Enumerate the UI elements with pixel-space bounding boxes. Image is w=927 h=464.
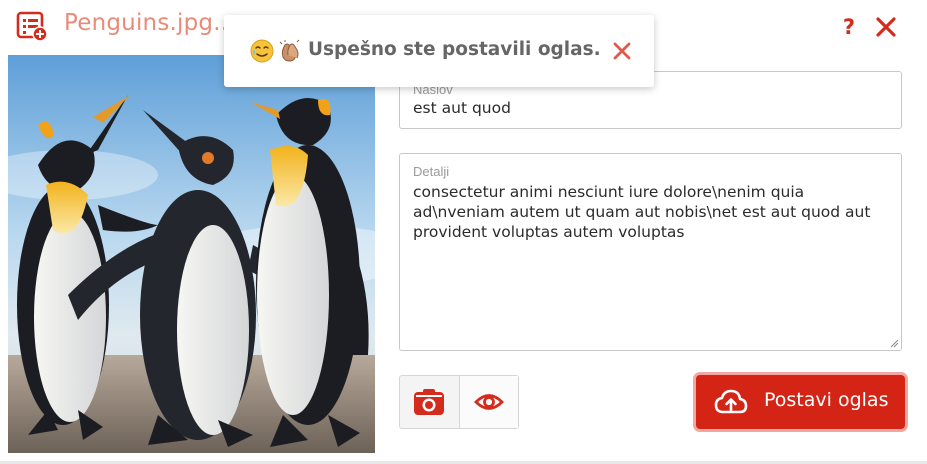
- help-button[interactable]: ?: [838, 14, 860, 40]
- media-button-group: [399, 375, 519, 429]
- submit-ad-label: Postavi oglas: [764, 389, 889, 411]
- details-field[interactable]: Detalji consectetur animi nesciunt iure …: [399, 153, 902, 351]
- camera-button[interactable]: [400, 376, 459, 428]
- resize-handle-icon[interactable]: [890, 339, 899, 348]
- close-icon[interactable]: [612, 40, 632, 62]
- dialog-title: Penguins.jpg...: [64, 10, 236, 36]
- title-input[interactable]: est aut quod: [413, 98, 889, 118]
- cloud-upload-icon: [714, 389, 748, 414]
- details-field-label: Detalji: [413, 164, 450, 179]
- clapping-hands-emoji: [279, 39, 300, 62]
- eye-icon: [474, 394, 504, 410]
- close-icon[interactable]: [874, 14, 898, 40]
- list-add-icon: [16, 11, 48, 42]
- toast-message: Uspešno ste postavili oglas.: [308, 39, 601, 60]
- smiling-face-with-tear-emoji: [250, 39, 274, 63]
- details-textarea[interactable]: consectetur animi nesciunt iure dolore\n…: [413, 182, 889, 242]
- ad-editor-dialog: Penguins.jpg... ? Naslov est aut quod De…: [0, 0, 927, 464]
- submit-ad-button[interactable]: Postavi oglas: [696, 375, 905, 429]
- success-toast: Uspešno ste postavili oglas.: [224, 15, 654, 87]
- preview-button[interactable]: [458, 376, 518, 428]
- camera-icon: [414, 389, 445, 415]
- penguins-photo: [8, 55, 375, 453]
